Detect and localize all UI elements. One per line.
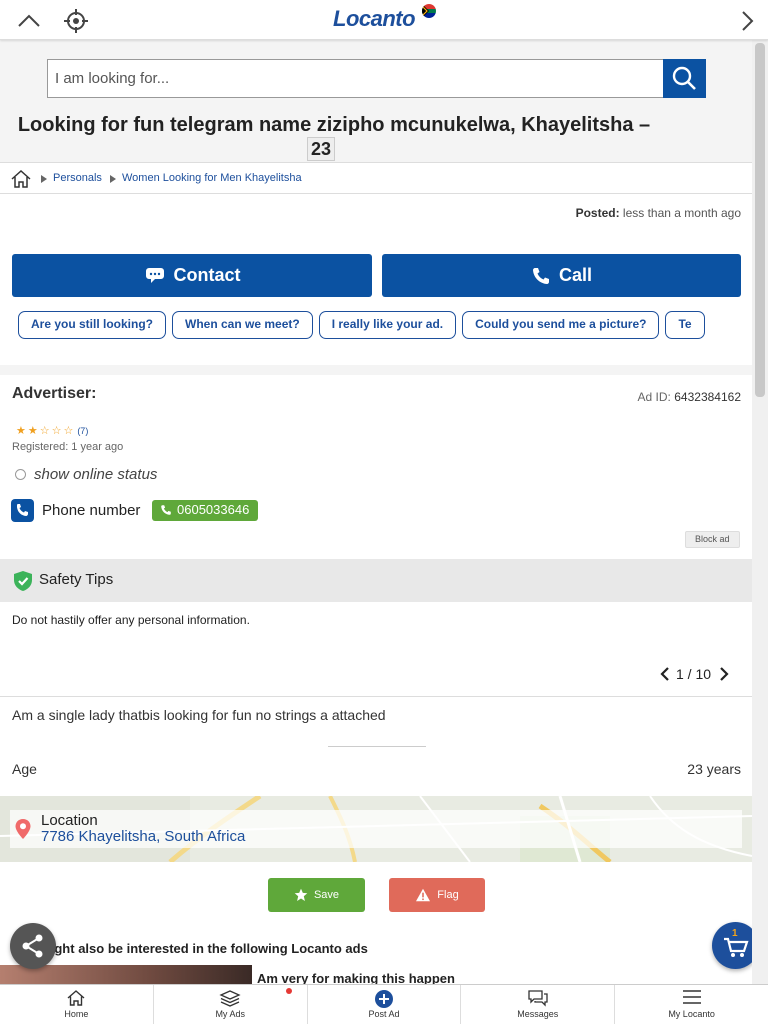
breadcrumb: Personals Women Looking for Men Khayelit…: [0, 162, 752, 194]
contact-button[interactable]: Contact: [12, 254, 372, 297]
title-age: 23: [307, 137, 336, 161]
chevron-right-icon[interactable]: [719, 667, 729, 684]
shield-check-icon: [12, 570, 34, 597]
safety-tips-bar: Safety Tips: [0, 559, 752, 602]
cart-count-badge: 1: [732, 928, 738, 939]
location-pin-icon: [14, 818, 32, 845]
star-icon: [294, 888, 308, 901]
age-label: Age: [12, 761, 37, 777]
rating-stars: ★★☆☆☆ (7): [16, 424, 88, 437]
call-button[interactable]: Call: [382, 254, 741, 297]
save-button[interactable]: Save: [268, 878, 365, 912]
notification-dot: [286, 988, 292, 994]
ad-id: Ad ID: 6432384162: [637, 390, 741, 404]
block-ad-button[interactable]: Block ad: [685, 531, 740, 548]
quick-message-chip[interactable]: Could you send me a picture?: [462, 311, 660, 339]
quick-message-chip[interactable]: Are you still looking?: [18, 311, 167, 339]
scrollbar-thumb[interactable]: [755, 43, 765, 397]
warning-icon: [416, 888, 431, 902]
share-icon: [22, 934, 43, 958]
chevron-left-icon[interactable]: [660, 667, 670, 684]
nav-my-ads[interactable]: My Ads: [154, 985, 308, 1024]
ad-id-label: Ad ID:: [637, 390, 671, 404]
home-icon: [67, 990, 85, 1006]
divider: [0, 696, 752, 697]
home-icon[interactable]: [10, 169, 32, 194]
radio-icon: [15, 469, 26, 480]
age-value: 23 years: [687, 761, 741, 777]
ad-description: Am a single lady thatbis looking for fun…: [12, 707, 386, 723]
rating-count[interactable]: (7): [77, 426, 88, 436]
divider: [328, 746, 426, 747]
image-pager: 1 / 10: [660, 666, 729, 684]
online-status-toggle[interactable]: show online status: [15, 466, 157, 483]
nav-home[interactable]: Home: [0, 985, 154, 1024]
contact-label: Contact: [173, 265, 241, 285]
page-title: Looking for fun telegram name zizipho mc…: [17, 114, 651, 136]
breadcrumb-item-category[interactable]: Women Looking for Men Khayelitsha: [122, 172, 302, 184]
phone-icon: [532, 267, 549, 284]
flag-button[interactable]: Flag: [389, 878, 485, 912]
south-africa-flag-icon: [422, 4, 436, 18]
breadcrumb-separator-icon: [110, 175, 116, 183]
messages-icon: [528, 990, 548, 1007]
location-label: Location: [41, 812, 98, 829]
quick-message-chip[interactable]: Te: [665, 311, 705, 339]
phone-number-label: Phone number: [42, 502, 141, 519]
menu-icon: [682, 990, 701, 1004]
breadcrumb-item-personals[interactable]: Personals: [53, 172, 102, 184]
safety-tip: Do not hastily offer any personal inform…: [12, 613, 250, 627]
phone-icon: [161, 505, 171, 515]
share-button[interactable]: [10, 923, 56, 969]
nav-my-locanto[interactable]: My Locanto: [615, 985, 768, 1024]
search-input[interactable]: I am looking for...: [47, 59, 664, 98]
section-divider: [0, 365, 752, 375]
registered-since: Registered: 1 year ago: [12, 441, 124, 453]
location-value[interactable]: 7786 Khayelitsha, South Africa: [41, 828, 245, 845]
plus-circle-icon: [374, 990, 393, 1008]
quick-message-chips: Are you still looking? When can we meet? I…: [18, 311, 736, 341]
chat-icon: [145, 267, 164, 283]
quick-message-chip[interactable]: I really like your ad.: [318, 311, 457, 339]
top-bar: Locanto: [0, 0, 768, 40]
layers-icon: [219, 990, 241, 1007]
chevron-right-icon[interactable]: [734, 8, 760, 34]
locate-icon[interactable]: [63, 8, 89, 34]
related-ads-heading: You might also be interested in the foll…: [12, 941, 368, 956]
breadcrumb-separator-icon: [41, 175, 47, 183]
chevron-up-icon[interactable]: [16, 8, 42, 34]
quick-message-chip[interactable]: When can we meet?: [172, 311, 313, 339]
phone-icon: [11, 499, 34, 522]
pager-count: 1 / 10: [676, 666, 712, 682]
bottom-nav: Home My Ads Post Ad Messages My Locanto: [0, 984, 768, 1024]
star-rating-icons: ★★☆☆☆: [16, 425, 76, 437]
safety-tips-heading: Safety Tips: [39, 571, 114, 588]
nav-post-ad[interactable]: Post Ad: [308, 985, 462, 1024]
posted-date: Posted: less than a month ago: [575, 206, 741, 220]
search-button[interactable]: [663, 59, 706, 98]
advertiser-heading: Advertiser:: [12, 385, 97, 402]
nav-messages[interactable]: Messages: [461, 985, 616, 1024]
phone-number-button[interactable]: 0605033646: [152, 500, 259, 521]
locanto-logo[interactable]: Locanto: [333, 6, 416, 32]
search-icon: [672, 66, 696, 90]
call-label: Call: [558, 265, 592, 285]
